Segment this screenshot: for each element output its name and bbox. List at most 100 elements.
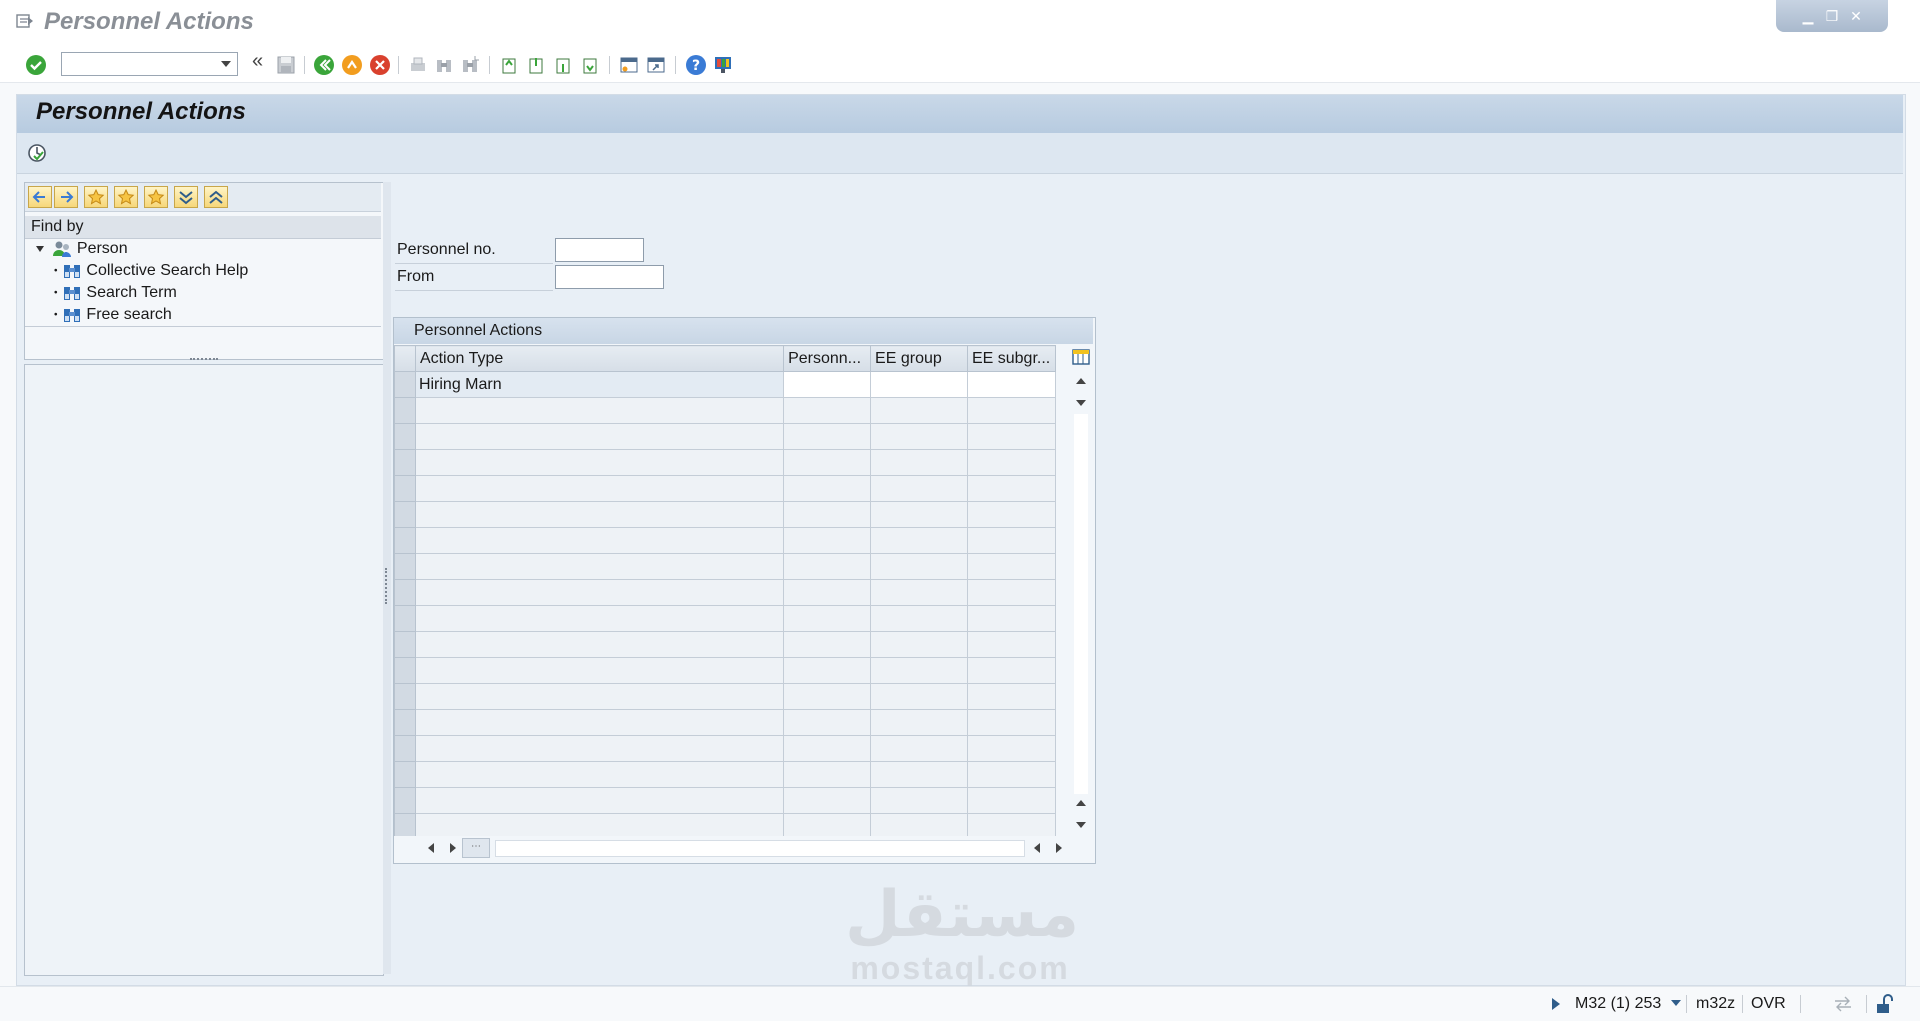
- table-row[interactable]: Hiring Marn: [394, 371, 1057, 398]
- back-icon[interactable]: [313, 54, 335, 76]
- ee-group-cell[interactable]: [870, 631, 968, 658]
- chevron-down-icon[interactable]: [221, 61, 231, 67]
- row-selector[interactable]: [394, 423, 416, 450]
- table-row[interactable]: [394, 501, 1057, 528]
- collapse-all-icon[interactable]: [204, 186, 228, 208]
- personnel-cell[interactable]: [783, 605, 872, 632]
- column-header-ee-subgroup[interactable]: EE subgr...: [966, 345, 1057, 372]
- last-page-icon[interactable]: [579, 54, 601, 76]
- select-all-cell[interactable]: [394, 345, 416, 372]
- scroll-track[interactable]: [1074, 414, 1088, 794]
- tree-node-search-term[interactable]: • Search Term: [54, 284, 177, 302]
- row-selector[interactable]: [394, 579, 416, 606]
- action-type-cell[interactable]: [414, 631, 785, 658]
- ee-group-cell[interactable]: [870, 397, 968, 424]
- ee-group-cell[interactable]: [870, 605, 968, 632]
- close-icon[interactable]: ✕: [1847, 8, 1865, 24]
- ee-group-cell[interactable]: [870, 423, 968, 450]
- table-row[interactable]: [394, 735, 1057, 762]
- restore-icon[interactable]: ❐: [1823, 8, 1841, 24]
- personnel-cell[interactable]: [783, 787, 872, 814]
- personnel-cell[interactable]: [783, 371, 872, 398]
- ee-group-cell[interactable]: [870, 501, 968, 528]
- ee-group-cell[interactable]: [870, 709, 968, 736]
- row-selector[interactable]: [394, 709, 416, 736]
- table-row[interactable]: [394, 553, 1057, 580]
- favorite-edit-icon[interactable]: [144, 186, 168, 208]
- ee-group-cell[interactable]: [870, 475, 968, 502]
- row-selector[interactable]: [394, 657, 416, 684]
- cancel-icon[interactable]: [369, 54, 391, 76]
- tree-node-person[interactable]: Person: [36, 240, 128, 258]
- action-type-cell[interactable]: [414, 449, 785, 476]
- table-row[interactable]: [394, 605, 1057, 632]
- tree-node-collective-search-help[interactable]: • Collective Search Help: [54, 262, 248, 280]
- chevron-down-icon[interactable]: [1671, 1000, 1681, 1006]
- status-expand-icon[interactable]: [1552, 998, 1560, 1010]
- exit-icon[interactable]: [341, 54, 363, 76]
- vertical-splitter[interactable]: [383, 182, 391, 974]
- action-type-cell[interactable]: [414, 657, 785, 684]
- customize-layout-icon[interactable]: [712, 54, 734, 76]
- ee-group-cell[interactable]: [870, 371, 968, 398]
- action-type-cell[interactable]: [414, 735, 785, 762]
- ee-subgroup-cell[interactable]: [966, 501, 1057, 528]
- menu-icon[interactable]: [16, 14, 34, 28]
- action-type-cell[interactable]: [414, 423, 785, 450]
- action-type-cell[interactable]: [414, 553, 785, 580]
- personnel-cell[interactable]: [783, 501, 872, 528]
- tree-node-free-search[interactable]: • Free search: [54, 306, 172, 324]
- ee-subgroup-cell[interactable]: [966, 761, 1057, 788]
- horizontal-scroll-track[interactable]: [495, 840, 1025, 857]
- table-row[interactable]: [394, 397, 1057, 424]
- row-selector[interactable]: [394, 449, 416, 476]
- table-row[interactable]: [394, 579, 1057, 606]
- horizontal-scroll-thumb[interactable]: ⋯: [462, 838, 490, 858]
- table-row[interactable]: [394, 761, 1057, 788]
- ee-group-cell[interactable]: [870, 579, 968, 606]
- row-selector[interactable]: [394, 605, 416, 632]
- action-type-cell[interactable]: [414, 683, 785, 710]
- personnel-cell[interactable]: [783, 735, 872, 762]
- enter-icon[interactable]: [25, 54, 47, 76]
- personnel-cell[interactable]: [783, 631, 872, 658]
- personnel-cell[interactable]: [783, 709, 872, 736]
- ee-subgroup-cell[interactable]: [966, 449, 1057, 476]
- first-page-icon[interactable]: [498, 54, 520, 76]
- scroll-page-up-icon[interactable]: [1076, 800, 1086, 806]
- find-icon[interactable]: [433, 54, 455, 76]
- table-settings-icon[interactable]: [1071, 346, 1091, 368]
- scroll-left-icon[interactable]: [428, 843, 434, 853]
- arrow-right-icon[interactable]: [54, 186, 78, 208]
- ee-subgroup-cell[interactable]: [966, 423, 1057, 450]
- row-selector[interactable]: [394, 475, 416, 502]
- ee-subgroup-cell[interactable]: [966, 475, 1057, 502]
- help-icon[interactable]: ?: [685, 54, 707, 76]
- row-selector[interactable]: [394, 371, 416, 398]
- save-icon[interactable]: [275, 54, 297, 76]
- table-row[interactable]: [394, 709, 1057, 736]
- command-field[interactable]: [61, 52, 238, 76]
- scroll-left-end-icon[interactable]: [1034, 843, 1040, 853]
- action-type-cell[interactable]: [414, 579, 785, 606]
- previous-page-icon[interactable]: [525, 54, 547, 76]
- ee-group-cell[interactable]: [870, 449, 968, 476]
- personnel-cell[interactable]: [783, 761, 872, 788]
- scroll-right-icon[interactable]: [450, 843, 456, 853]
- row-selector[interactable]: [394, 501, 416, 528]
- ee-subgroup-cell[interactable]: [966, 631, 1057, 658]
- execute-icon[interactable]: [26, 142, 48, 164]
- table-row[interactable]: [394, 527, 1057, 554]
- action-type-cell[interactable]: [414, 397, 785, 424]
- ee-group-cell[interactable]: [870, 553, 968, 580]
- shortcut-icon[interactable]: [645, 54, 667, 76]
- personnel-cell[interactable]: [783, 579, 872, 606]
- ee-group-cell[interactable]: [870, 683, 968, 710]
- ee-subgroup-cell[interactable]: [966, 371, 1057, 398]
- vertical-scrollbar[interactable]: [1071, 370, 1091, 834]
- table-row[interactable]: [394, 449, 1057, 476]
- ee-group-cell[interactable]: [870, 787, 968, 814]
- row-selector[interactable]: [394, 397, 416, 424]
- ee-subgroup-cell[interactable]: [966, 397, 1057, 424]
- next-page-icon[interactable]: [552, 54, 574, 76]
